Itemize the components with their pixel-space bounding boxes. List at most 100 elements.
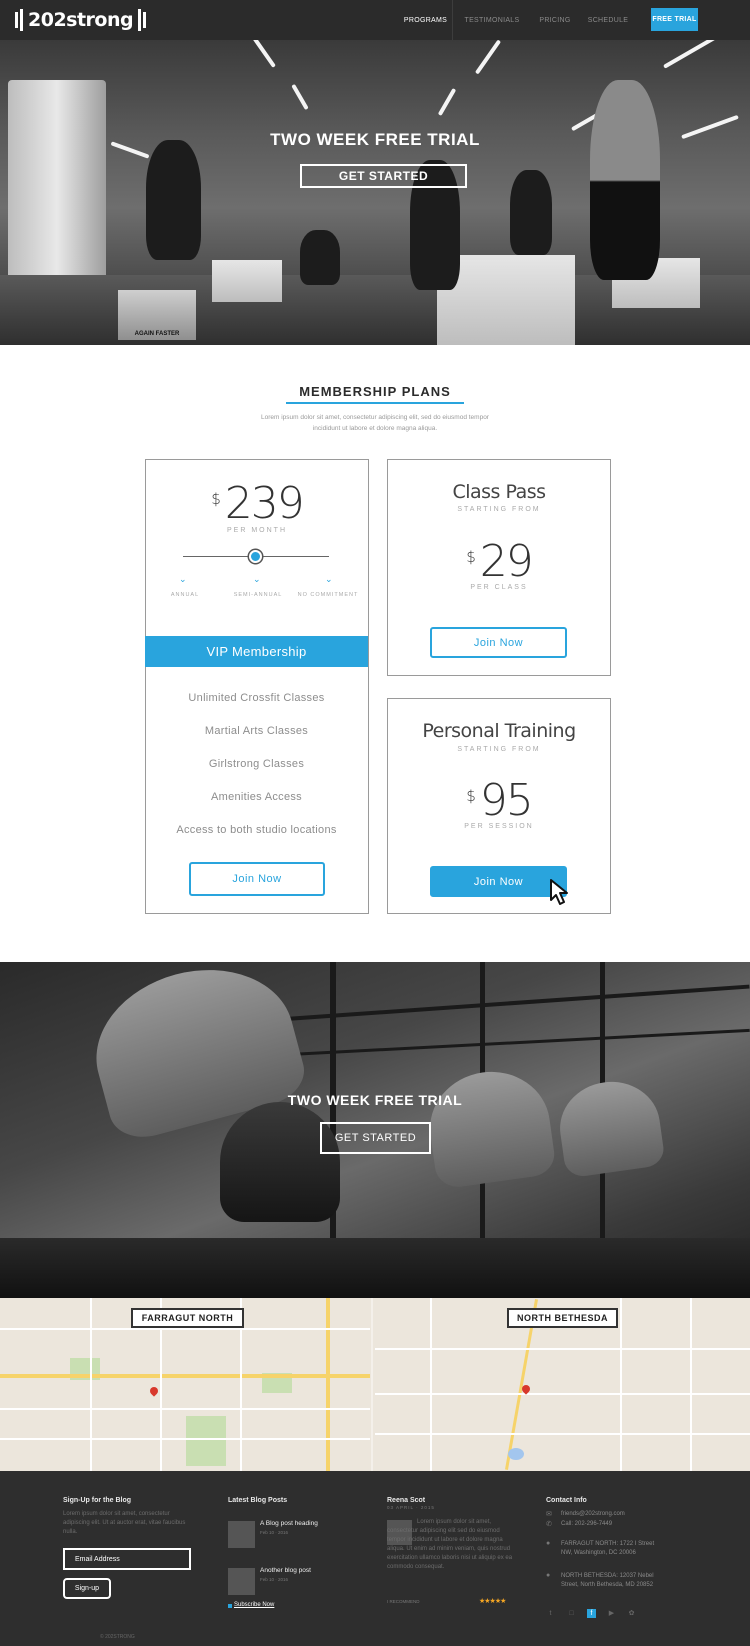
commitment-slider-handle[interactable] [249,550,262,563]
blog-post-title[interactable]: Another blog post [260,1567,311,1574]
map-road [90,1298,92,1471]
athlete-silhouette [554,1075,666,1179]
currency-symbol: $ [211,490,221,508]
vip-join-button[interactable]: Join Now [189,862,325,896]
rating-stars: ★★★★★ [479,1598,506,1605]
testimonial-date: 03 APRIL · 2015 [387,1505,435,1510]
ceiling-light [474,40,502,75]
vip-period: PER MONTH [227,527,287,534]
contact-address-2: NORTH BETHESDA: 12037 Nebel Street, Nort… [561,1573,654,1588]
map-park [186,1416,226,1466]
class-pass-title: Class Pass [452,481,546,503]
phone-icon: ✆ [546,1521,552,1528]
youtube-icon[interactable]: ▶ [607,1609,616,1618]
blog-thumbnail[interactable] [228,1568,255,1595]
blog-post-date: Feb 10 · 2016 [260,1530,289,1535]
nav-programs[interactable]: Programs [398,17,453,24]
location-pin-icon: ● [546,1572,551,1579]
contact-heading: Contact Info [546,1497,587,1504]
class-pass-join-button[interactable]: Join Now [430,627,567,658]
chevron-down-icon[interactable]: ⌄ [179,574,187,585]
title-underline [286,402,464,404]
gym-rig [250,984,750,1024]
contact-address-1: FARRAGUT NORTH: 1722 I Street NW, Washin… [561,1541,655,1556]
athlete-silhouette [590,80,660,280]
map-major-road [0,1374,370,1378]
vip-membership-band: VIP Membership [145,636,368,667]
nav-pricing[interactable]: Pricing [531,17,579,24]
hero-title: TWO WEEK FREE TRIAL [270,130,480,149]
price-amount: 239 [224,478,305,529]
contact-email[interactable]: friends@202strong.com [561,1510,625,1519]
locations-map[interactable]: FARRAGUT NORTH NORTH BETHESDA [0,1298,750,1471]
ceiling-light [437,88,457,116]
membership-title: MEMBERSHIP PLANS [299,384,451,399]
north-bethesda-label: NORTH BETHESDA [507,1308,618,1328]
logo-barbell-icon [20,9,23,31]
nav-testimonials[interactable]: Testimonials [453,17,531,24]
testimonial-tag: I RECOMMEND [387,1599,420,1604]
chevron-down-icon[interactable]: ⌄ [253,574,261,585]
signup-heading: Sign-Up for the Blog [63,1497,132,1504]
option-no-commitment[interactable]: NO COMMITMENT [293,592,363,598]
price-amount: 95 [479,775,534,826]
price-amount: 29 [479,536,534,587]
currency-symbol: $ [466,787,476,805]
ceiling-light [291,83,309,111]
signup-button[interactable]: Sign-up [63,1578,111,1599]
map-divider [371,1298,373,1471]
map-road [430,1298,432,1471]
vip-price: $239 [145,478,369,529]
plyo-box [212,260,282,302]
get-started-button[interactable]: GET STARTED [300,164,467,188]
gym-rig [250,1028,750,1059]
farragut-north-label: FARRAGUT NORTH [131,1308,244,1328]
logo-barbell-icon [15,12,18,28]
athlete-silhouette [510,170,552,255]
map-major-road [326,1298,330,1471]
facebook-icon[interactable]: f [587,1609,596,1618]
subscribe-icon [228,1604,232,1608]
yelp-icon[interactable]: ✿ [627,1609,636,1618]
top-navigation: 202strong Programs Testimonials Pricing … [0,0,750,40]
twitter-icon[interactable]: t [546,1609,555,1618]
gym-floor [0,1238,750,1298]
testimonial-text: Lorem ipsum dolor sit amet, consectetur … [387,1519,513,1570]
subscribe-link[interactable]: Subscribe Now [234,1602,274,1608]
personal-training-join-button[interactable]: Join Now [430,866,567,897]
currency-symbol: $ [466,548,476,566]
logo[interactable]: 202strong [14,8,147,32]
envelope-icon: ✉ [546,1511,552,1518]
map-road [0,1328,370,1330]
map-road [620,1298,622,1471]
hero2-get-started-button[interactable]: GET STARTED [320,1122,431,1154]
map-road [690,1298,692,1471]
blog-thumbnail[interactable] [228,1521,255,1548]
feature-item: Martial Arts Classes [204,725,309,737]
blog-post-date: Feb 10 · 2016 [260,1577,289,1582]
blog-post-title[interactable]: A Blog post heading [260,1520,318,1527]
location-pin-icon: ● [546,1540,551,1547]
nav-schedule[interactable]: Schedule [579,17,637,24]
ceiling-light [252,40,276,68]
box-label: AGAIN FASTER [134,331,180,337]
personal-training-title: Personal Training [422,720,576,742]
blog-heading: Latest Blog Posts [228,1497,288,1504]
map-road [0,1438,370,1440]
email-field[interactable]: Email Address [63,1548,191,1570]
free-trial-button[interactable]: Free Trial [651,8,698,31]
mouse-cursor-icon [550,879,568,905]
athlete-silhouette [422,1064,558,1190]
instagram-icon[interactable]: □ [567,1609,576,1618]
map-pin-icon[interactable] [148,1385,160,1397]
athlete-silhouette [300,230,340,285]
chevron-down-icon[interactable]: ⌄ [325,574,333,585]
feature-item: Access to both studio locations [176,824,337,836]
ceiling-light [663,40,717,69]
class-pass-period: PER CLASS [470,584,528,591]
hero2-title: TWO WEEK FREE TRIAL [287,1092,463,1108]
hero-banner: AGAIN FASTER [0,40,750,345]
option-semi-annual[interactable]: SEMI-ANNUAL [228,592,288,598]
feature-item: Girlstrong Classes [208,758,305,770]
option-annual[interactable]: ANNUAL [160,592,210,598]
